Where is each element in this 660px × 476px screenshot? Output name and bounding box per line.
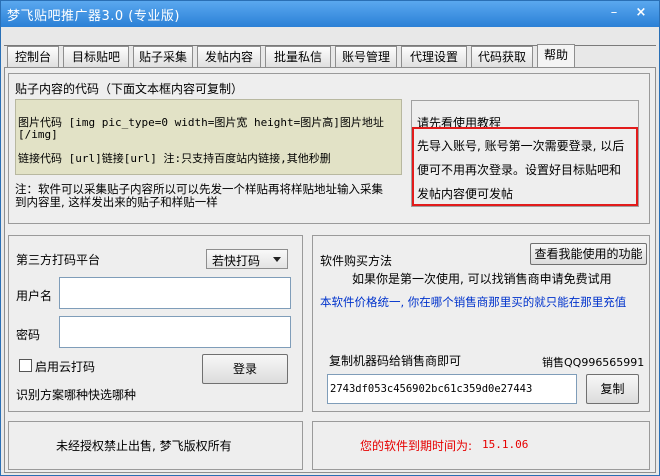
tab-post-collect[interactable]: 贴子采集	[133, 46, 193, 68]
expiry-date: 15.1.06	[482, 438, 529, 451]
tab-target-forums[interactable]: 目标贴吧	[63, 46, 129, 68]
copyright-text: 未经授权禁止出售, 梦飞版权所有	[56, 439, 232, 453]
username-input[interactable]	[59, 277, 291, 309]
tab-account-management[interactable]: 账号管理	[335, 46, 397, 68]
code-section-heading: 贴子内容的代码（下面文本框内容可复制）	[15, 82, 244, 96]
help-line2: 便可不用再次登录。设置好目标贴吧和	[417, 163, 622, 177]
captcha-platform-value: 若快打码	[212, 254, 261, 268]
price-policy-text: 本软件价格统一, 你在哪个销售商那里买的就只能在那里充值	[320, 295, 627, 309]
link-code-line: 链接代码 [url]链接[url] 注:只支持百度站内链接,其他秒删	[18, 152, 331, 165]
help-line3: 发帖内容便可发帖	[417, 187, 514, 201]
captcha-hint: 识别方案哪种快选哪种	[16, 388, 137, 402]
image-code-line1: 图片代码 [img pic_type=0 width=图片宽 height=图片…	[18, 116, 384, 129]
tab-proxy-settings[interactable]: 代理设置	[401, 46, 467, 68]
expiry-label: 您的软件到期时间为:	[360, 439, 473, 453]
machine-code-value: 2743df053c456902bc61c359d0e27443	[330, 383, 533, 395]
cloud-captcha-label: 启用云打码	[35, 360, 96, 374]
captcha-platform-label: 第三方打码平台	[16, 253, 101, 267]
cloud-captcha-checkbox[interactable]	[19, 359, 32, 372]
close-button[interactable]: ×	[631, 4, 651, 22]
seller-qq: 销售QQ996565991	[542, 356, 645, 369]
collect-note-line2: 到内容里, 这样发出来的贴子和样贴一样	[15, 195, 218, 209]
code-text-box[interactable]: 图片代码 [img pic_type=0 width=图片宽 height=图片…	[15, 99, 402, 175]
copy-machine-code-prompt: 复制机器码给销售商即可	[329, 354, 462, 368]
machine-code-field[interactable]: 2743df053c456902bc61c359d0e27443	[327, 374, 577, 404]
password-input[interactable]	[59, 316, 291, 348]
view-features-button[interactable]: 查看我能使用的功能	[530, 243, 647, 265]
login-button[interactable]: 登录	[202, 354, 288, 384]
window-title: 梦飞贴吧推广器3.0 (专业版)	[7, 9, 180, 24]
first-use-text: 如果你是第一次使用, 可以找销售商申请免费试用	[352, 272, 612, 286]
copy-button[interactable]: 复制	[586, 374, 639, 404]
tab-help[interactable]: 帮助	[537, 44, 575, 68]
purchase-title: 软件购买方法	[320, 254, 393, 268]
help-line1: 先导入账号, 账号第一次需要登录, 以后	[417, 139, 625, 153]
image-code-line2: [/img]	[18, 128, 58, 141]
captcha-platform-select[interactable]: 若快打码	[206, 249, 288, 269]
minimize-button[interactable]: –	[604, 4, 624, 22]
tab-console[interactable]: 控制台	[7, 46, 59, 68]
main-window: 梦飞贴吧推广器3.0 (专业版) – × 控制台 目标贴吧 贴子采集 发帖内容 …	[0, 0, 660, 476]
password-label: 密码	[16, 328, 41, 342]
username-label: 用户名	[16, 289, 53, 303]
tab-post-content[interactable]: 发帖内容	[197, 46, 261, 68]
chevron-down-icon	[273, 257, 281, 262]
title-bar[interactable]: 梦飞贴吧推广器3.0 (专业版) – ×	[1, 1, 659, 27]
tab-code-fetch[interactable]: 代码获取	[471, 46, 533, 68]
tab-bulk-messages[interactable]: 批量私信	[265, 46, 331, 68]
